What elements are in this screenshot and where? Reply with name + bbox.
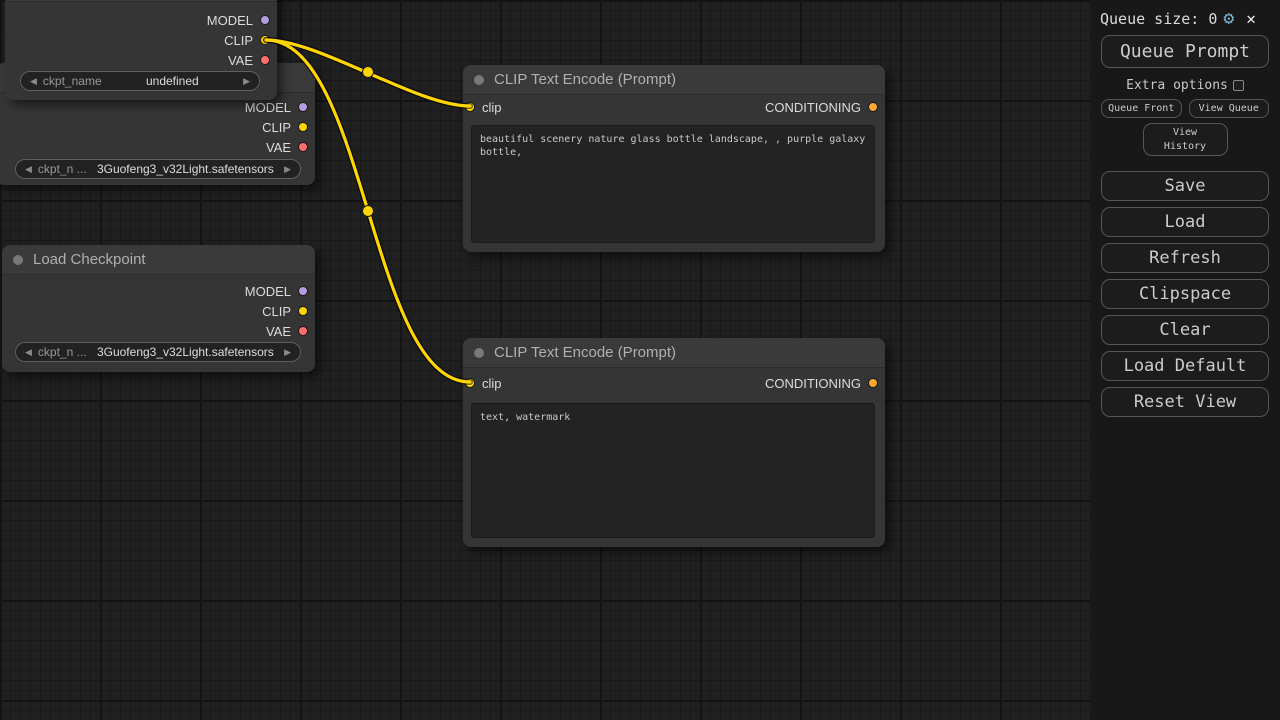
refresh-button[interactable]: Refresh — [1101, 243, 1269, 273]
extra-options-checkbox[interactable] — [1233, 80, 1244, 91]
vae-output-dot[interactable] — [298, 326, 308, 336]
node-clip-text-encode-2[interactable]: CLIP Text Encode (Prompt) clip CONDITION… — [463, 338, 885, 547]
settings-gear-icon[interactable]: ⚙ — [1223, 10, 1234, 28]
node-title: CLIP Text Encode (Prompt) — [494, 71, 676, 88]
vae-output-dot[interactable] — [260, 55, 270, 65]
collapse-dot[interactable] — [474, 75, 484, 85]
output-label-vae: VAE — [266, 140, 291, 155]
widget-value: 3Guofeng3_v32Light.safetensors — [93, 345, 278, 359]
collapse-dot[interactable] — [474, 348, 484, 358]
collapse-dot[interactable] — [13, 255, 23, 265]
widget-prev-icon[interactable]: ◀ — [25, 347, 32, 358]
clip-input-dot[interactable] — [465, 102, 475, 112]
widget-name: ckpt_n ... — [38, 162, 87, 176]
load-default-button[interactable]: Load Default — [1101, 351, 1269, 381]
widget-next-icon[interactable]: ▶ — [243, 76, 250, 87]
ckpt-name-widget[interactable]: ◀ ckpt_n ... 3Guofeng3_v32Light.safetens… — [15, 159, 301, 179]
output-label-model: MODEL — [207, 13, 253, 28]
queue-size-value: 0 — [1208, 10, 1217, 28]
queue-size-label: Queue size: — [1100, 10, 1199, 28]
model-output-dot[interactable] — [298, 102, 308, 112]
model-output-dot[interactable] — [260, 15, 270, 25]
output-label-vae: VAE — [228, 53, 253, 68]
widget-name: ckpt_name — [43, 74, 102, 88]
node-clip-text-encode-1[interactable]: CLIP Text Encode (Prompt) clip CONDITION… — [463, 65, 885, 252]
clip-input-dot[interactable] — [465, 378, 475, 388]
positive-prompt-textarea[interactable]: beautiful scenery nature glass bottle la… — [471, 125, 875, 243]
clip-output-dot[interactable] — [298, 306, 308, 316]
reset-view-button[interactable]: Reset View — [1101, 387, 1269, 417]
ckpt-name-widget[interactable]: ◀ ckpt_name undefined ▶ — [20, 71, 260, 91]
widget-name: ckpt_n ... — [38, 345, 87, 359]
output-label-model: MODEL — [245, 284, 291, 299]
view-history-button[interactable]: View History — [1143, 123, 1228, 156]
save-button[interactable]: Save — [1101, 171, 1269, 201]
conditioning-output-dot[interactable] — [868, 378, 878, 388]
input-label-clip: clip — [482, 376, 502, 391]
widget-next-icon[interactable]: ▶ — [284, 164, 291, 175]
input-label-clip: clip — [482, 100, 502, 115]
node-header[interactable]: Load Checkpoint — [2, 245, 315, 275]
widget-next-icon[interactable]: ▶ — [284, 347, 291, 358]
extra-options-label: Extra options — [1126, 78, 1228, 93]
node-graph-canvas[interactable]: MODEL CLIP VAE ◀ ckpt_n ... 3Guofeng3_v3… — [0, 0, 1090, 720]
close-icon[interactable]: ✕ — [1246, 11, 1256, 27]
negative-prompt-textarea[interactable]: text, watermark — [471, 403, 875, 538]
link-midpoint-dot — [363, 206, 374, 217]
node-header[interactable]: CLIP Text Encode (Prompt) — [463, 338, 885, 368]
comfy-menu-panel: Queue size: 0 ⚙ ✕ Queue Prompt Extra opt… — [1090, 0, 1280, 720]
conditioning-output-dot[interactable] — [868, 102, 878, 112]
clip-output-dot[interactable] — [298, 122, 308, 132]
ckpt-name-widget[interactable]: ◀ ckpt_n ... 3Guofeng3_v32Light.safetens… — [15, 342, 301, 362]
output-label-conditioning: CONDITIONING — [765, 100, 861, 115]
widget-value: undefined — [108, 74, 237, 88]
vae-output-dot[interactable] — [298, 142, 308, 152]
link-midpoint-dot — [363, 67, 374, 78]
model-output-dot[interactable] — [298, 286, 308, 296]
node-title: Load Checkpoint — [33, 251, 146, 268]
clear-button[interactable]: Clear — [1101, 315, 1269, 345]
clipspace-button[interactable]: Clipspace — [1101, 279, 1269, 309]
load-button[interactable]: Load — [1101, 207, 1269, 237]
output-label-clip: CLIP — [224, 33, 253, 48]
clip-output-dot[interactable] — [260, 35, 270, 45]
node-header[interactable] — [5, 0, 277, 2]
node-title: CLIP Text Encode (Prompt) — [494, 344, 676, 361]
output-label-clip: CLIP — [262, 120, 291, 135]
output-label-conditioning: CONDITIONING — [765, 376, 861, 391]
output-label-clip: CLIP — [262, 304, 291, 319]
output-label-vae: VAE — [266, 324, 291, 339]
node-load-checkpoint-bottom[interactable]: Load Checkpoint MODEL CLIP VAE ◀ ckpt_n … — [2, 245, 315, 372]
queue-prompt-button[interactable]: Queue Prompt — [1101, 35, 1269, 68]
node-header[interactable]: CLIP Text Encode (Prompt) — [463, 65, 885, 95]
output-label-model: MODEL — [245, 100, 291, 115]
node-load-checkpoint-top[interactable]: MODEL CLIP VAE ◀ ckpt_name undefined ▶ — [5, 0, 277, 100]
widget-prev-icon[interactable]: ◀ — [25, 164, 32, 175]
widget-prev-icon[interactable]: ◀ — [30, 76, 37, 87]
view-queue-button[interactable]: View Queue — [1189, 99, 1270, 118]
widget-value: 3Guofeng3_v32Light.safetensors — [93, 162, 278, 176]
queue-front-button[interactable]: Queue Front — [1101, 99, 1182, 118]
